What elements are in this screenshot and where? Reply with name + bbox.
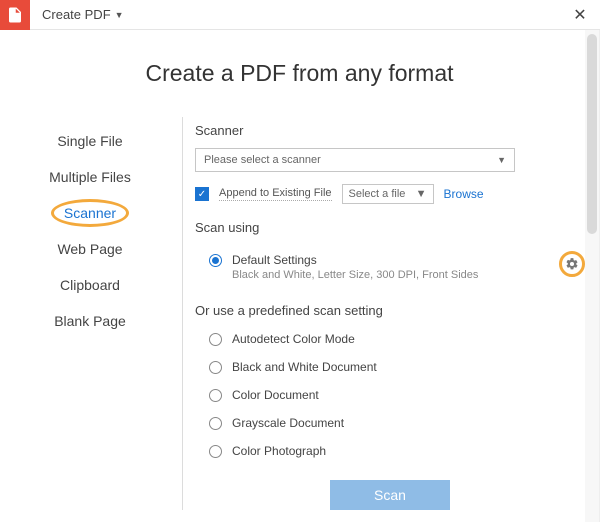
sidebar-item-web-page[interactable]: Web Page (0, 231, 180, 267)
check-icon: ✓ (198, 189, 206, 200)
main-content: Scanner Please select a scanner ▼ ✓ Appe… (195, 117, 585, 510)
radio-icon (209, 333, 222, 346)
scrollbar-thumb[interactable] (587, 34, 597, 234)
radio-color-document[interactable]: Color Document (209, 388, 585, 402)
scan-button[interactable]: Scan (330, 480, 450, 510)
scanner-section-label: Scanner (195, 123, 585, 138)
predefined-label: Or use a predefined scan setting (195, 303, 585, 318)
sidebar-item-label: Multiple Files (49, 169, 131, 185)
page-title: Create a PDF from any format (0, 60, 599, 87)
sidebar-item-multiple-files[interactable]: Multiple Files (0, 159, 180, 195)
radio-label: Black and White Document (232, 360, 377, 374)
titlebar-title[interactable]: Create PDF ▼ (30, 7, 124, 22)
radio-default-settings[interactable]: Default Settings Black and White, Letter… (195, 253, 478, 281)
radio-icon (209, 389, 222, 402)
scanner-select[interactable]: Please select a scanner ▼ (195, 148, 515, 172)
radio-bw-document[interactable]: Black and White Document (209, 360, 585, 374)
sidebar-item-clipboard[interactable]: Clipboard (0, 267, 180, 303)
radio-icon (209, 445, 222, 458)
radio-grayscale-document[interactable]: Grayscale Document (209, 416, 585, 430)
radio-label: Grayscale Document (232, 416, 344, 430)
close-button[interactable]: ✕ (560, 0, 600, 30)
sidebar: Single File Multiple Files Scanner Web P… (0, 117, 180, 510)
settings-button[interactable] (559, 251, 585, 277)
sidebar-item-label: Scanner (64, 205, 116, 221)
sidebar-item-single-file[interactable]: Single File (0, 123, 180, 159)
content-area: Create a PDF from any format Single File… (0, 30, 600, 522)
radio-label: Default Settings (232, 253, 478, 267)
chevron-down-icon: ▼ (497, 155, 506, 165)
select-file-dropdown[interactable]: Select a file ▼ (342, 184, 434, 204)
browse-link[interactable]: Browse (444, 187, 484, 201)
sidebar-item-label: Clipboard (60, 277, 120, 293)
sidebar-item-blank-page[interactable]: Blank Page (0, 303, 180, 339)
radio-label: Autodetect Color Mode (232, 332, 355, 346)
radio-icon (209, 254, 222, 267)
radio-label: Color Document (232, 388, 319, 402)
radio-icon (209, 361, 222, 374)
chevron-down-icon: ▼ (416, 188, 427, 200)
scan-using-label: Scan using (195, 220, 585, 235)
radio-sublabel: Black and White, Letter Size, 300 DPI, F… (232, 269, 478, 281)
sidebar-item-label: Single File (57, 133, 122, 149)
sidebar-item-scanner[interactable]: Scanner (0, 195, 180, 231)
radio-color-photograph[interactable]: Color Photograph (209, 444, 585, 458)
select-file-label: Select a file (349, 188, 406, 200)
append-checkbox[interactable]: ✓ (195, 187, 209, 201)
scrollbar-track[interactable] (585, 30, 599, 522)
close-icon: ✕ (573, 5, 586, 25)
app-icon (0, 0, 30, 30)
radio-label: Color Photograph (232, 444, 326, 458)
vertical-divider (182, 117, 183, 510)
titlebar: Create PDF ▼ ✕ (0, 0, 600, 30)
sidebar-item-label: Blank Page (54, 313, 126, 329)
sidebar-item-label: Web Page (57, 241, 122, 257)
scanner-select-placeholder: Please select a scanner (204, 154, 321, 166)
radio-icon (209, 417, 222, 430)
dropdown-caret-icon: ▼ (115, 10, 124, 20)
titlebar-title-text: Create PDF (42, 7, 111, 22)
radio-autodetect-color[interactable]: Autodetect Color Mode (209, 332, 585, 346)
append-label: Append to Existing File (219, 187, 332, 201)
gear-icon (565, 257, 579, 271)
